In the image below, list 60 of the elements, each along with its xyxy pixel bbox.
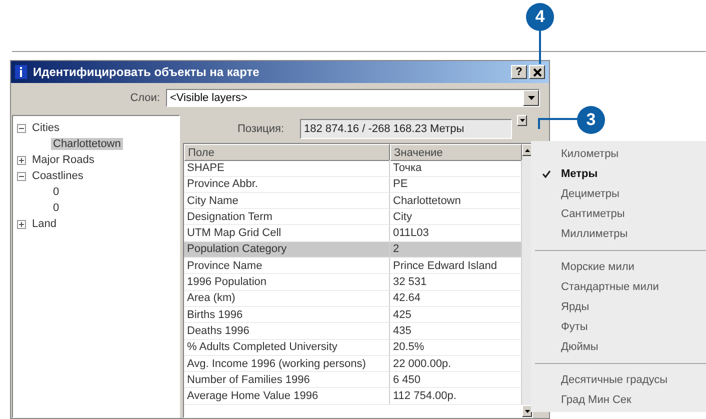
menu-item[interactable]: Стандартные мили (561, 281, 659, 293)
table-cell: Average Home Value 1996 (184, 388, 390, 405)
collapse-icon[interactable] (17, 124, 26, 132)
units-button[interactable] (517, 115, 527, 126)
table-cell: Designation Term (184, 209, 390, 226)
scroll-up-icon[interactable] (524, 148, 530, 152)
column-header[interactable]: Значение (390, 144, 522, 161)
close-button[interactable] (529, 65, 545, 79)
dropdown-arrow-icon (520, 119, 524, 122)
column-header[interactable]: Поле (184, 144, 390, 161)
callout-badge: 3 (577, 106, 605, 134)
tree-item[interactable]: 0 (51, 202, 62, 214)
close-icon (532, 68, 542, 76)
menu-item[interactable]: Миллиметры (561, 228, 628, 240)
info-icon (15, 65, 27, 79)
table-cell: SHAPE (184, 160, 390, 177)
tree-item[interactable]: Charlottetown (51, 138, 123, 150)
leader-line (539, 31, 541, 64)
menu-item[interactable]: Ярды (561, 301, 590, 313)
table-cell: Area (km) (184, 290, 390, 307)
scroll-down-icon[interactable] (524, 410, 530, 412)
menu-item[interactable]: Морские мили (561, 261, 634, 273)
table-cell: City Name (184, 192, 390, 210)
position-field: 182 874.16 / -268 168.23 Метры (300, 119, 512, 139)
table-cell: Avg. Income 1996 (working persons) (184, 356, 390, 372)
table-cell: 1996 Population (184, 274, 390, 291)
position-label: Позиция: (236, 123, 285, 135)
layers-dropdown[interactable]: <Visible layers> (166, 89, 540, 107)
scrollbar[interactable] (522, 144, 532, 417)
table-cell: % Adults Completed University (184, 340, 390, 356)
expand-icon[interactable] (17, 156, 26, 164)
table-cell: Province Abbr. (184, 176, 390, 193)
callout-badge: 4 (526, 3, 554, 31)
dropdown-arrow-icon (528, 96, 534, 100)
menu-item[interactable]: Сантиметры (561, 208, 625, 220)
table-cell: Births 1996 (184, 306, 390, 324)
layers-label: Слои: (129, 92, 161, 104)
menu-item[interactable]: Дюймы (561, 341, 598, 353)
collapse-icon[interactable] (17, 172, 26, 180)
help-button[interactable]: ? (511, 65, 527, 79)
tree-item[interactable]: Cities (30, 122, 62, 134)
table-cell: Number of Families 1996 (184, 372, 390, 388)
table-cell: 2 (390, 242, 522, 258)
menu-item[interactable]: Десятичные градусы (561, 374, 668, 386)
dropdown-value: <Visible layers> (169, 92, 248, 104)
leader-line (538, 118, 578, 129)
expand-icon[interactable] (17, 220, 26, 228)
tree-item[interactable]: Land (30, 218, 58, 230)
tree-item[interactable]: 0 (51, 186, 62, 198)
menu-item[interactable]: Град Мин Сек (561, 394, 632, 406)
menu-item[interactable]: Футы (561, 321, 588, 333)
menu-item[interactable]: Метры (561, 168, 598, 180)
menu-item[interactable]: Дециметры (561, 188, 620, 200)
table-cell: Province Name (184, 258, 390, 274)
menu-item[interactable]: Километры (561, 148, 619, 160)
tree-item[interactable]: Coastlines (30, 170, 86, 182)
window-title: Идентифицировать объекты на карте (33, 65, 260, 79)
table-cell: Deaths 1996 (184, 323, 390, 340)
table-cell: Population Category (184, 242, 390, 258)
tree-item[interactable]: Major Roads (30, 154, 96, 166)
